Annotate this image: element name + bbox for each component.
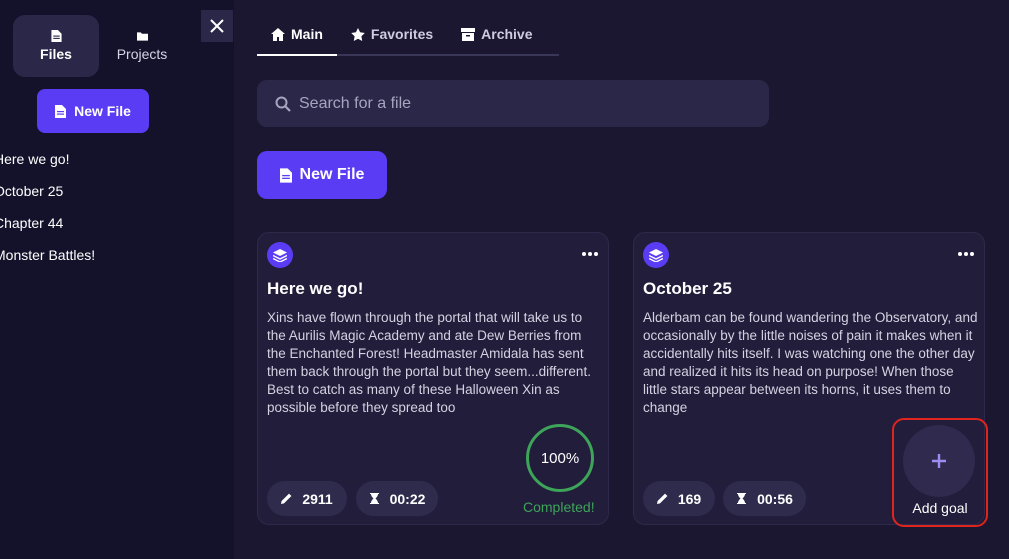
search-input[interactable] <box>299 94 739 113</box>
sidebar-tab-projects[interactable]: Projects <box>99 15 185 77</box>
word-count: 2911 <box>302 490 333 507</box>
card-excerpt: Alderbam can be found wandering the Obse… <box>643 310 978 415</box>
hourglass-icon <box>737 493 747 504</box>
new-file-label: New File <box>299 166 365 183</box>
file-icon <box>50 30 62 42</box>
tab-archive[interactable]: Archive <box>447 14 546 54</box>
time-badge: 00:56 <box>723 481 806 516</box>
progress-value: 100% <box>540 449 580 467</box>
plus-icon <box>932 454 946 468</box>
sidebar-tab-files[interactable]: Files <box>13 15 99 77</box>
word-count-badge: 169 <box>643 481 715 516</box>
file-icon <box>279 167 292 183</box>
word-count-badge: 2911 <box>267 481 347 516</box>
more-options-icon[interactable] <box>582 251 598 257</box>
card-title: Here we go! <box>267 279 364 298</box>
hourglass-icon <box>369 493 379 504</box>
new-file-button[interactable]: New File <box>257 151 387 199</box>
close-sidebar-button[interactable] <box>201 10 233 42</box>
pencil-icon <box>656 493 668 504</box>
tab-main[interactable]: Main <box>257 14 337 56</box>
tab-favorites[interactable]: Favorites <box>337 14 447 54</box>
folder-icon <box>136 32 148 41</box>
search-bar <box>257 80 769 127</box>
tab-label: Archive <box>481 26 533 42</box>
add-goal-highlight: Add goal <box>892 418 988 527</box>
time-spent: 00:56 <box>757 490 793 507</box>
stack-icon <box>273 248 287 262</box>
sidebar-new-file-button[interactable]: New File <box>37 89 149 133</box>
sidebar-file-item[interactable]: October 25 <box>0 182 95 214</box>
word-count: 169 <box>677 490 702 507</box>
archive-icon <box>461 27 476 41</box>
sidebar: Files Projects New File Here we go! Octo… <box>0 0 234 559</box>
sidebar-tab-label: Files <box>40 46 72 62</box>
sidebar-file-list: Here we go! October 25 Chapter 44 Monste… <box>0 150 95 278</box>
home-icon <box>271 27 285 41</box>
file-icon <box>55 104 67 118</box>
sidebar-tab-label: Projects <box>116 46 168 62</box>
card-badge <box>267 242 293 268</box>
sidebar-file-item[interactable]: Chapter 44 <box>0 214 95 246</box>
sidebar-file-item[interactable]: Monster Battles! <box>0 246 95 278</box>
add-goal-label: Add goal <box>912 500 968 516</box>
time-badge: 00:22 <box>356 481 438 516</box>
add-goal-button[interactable] <box>903 425 975 497</box>
progress-ring: 100% <box>526 424 594 492</box>
sidebar-file-item[interactable]: Here we go! <box>0 150 95 182</box>
file-card[interactable]: Here we go! Xins have flown through the … <box>257 232 609 525</box>
status-text: Completed! <box>523 499 595 515</box>
star-icon <box>351 27 365 41</box>
search-icon <box>275 96 291 112</box>
close-icon <box>210 19 224 33</box>
card-badge <box>643 242 669 268</box>
time-spent: 00:22 <box>389 490 426 507</box>
pencil-icon <box>281 493 292 504</box>
card-title: October 25 <box>643 279 732 298</box>
stack-icon <box>649 248 663 262</box>
main-tabs: Main Favorites Archive <box>257 14 559 56</box>
new-file-label: New File <box>74 103 131 119</box>
tab-label: Favorites <box>370 26 434 42</box>
card-excerpt: Xins have flown through the portal that … <box>267 310 591 415</box>
tab-label: Main <box>291 26 323 42</box>
more-options-icon[interactable] <box>958 251 974 257</box>
